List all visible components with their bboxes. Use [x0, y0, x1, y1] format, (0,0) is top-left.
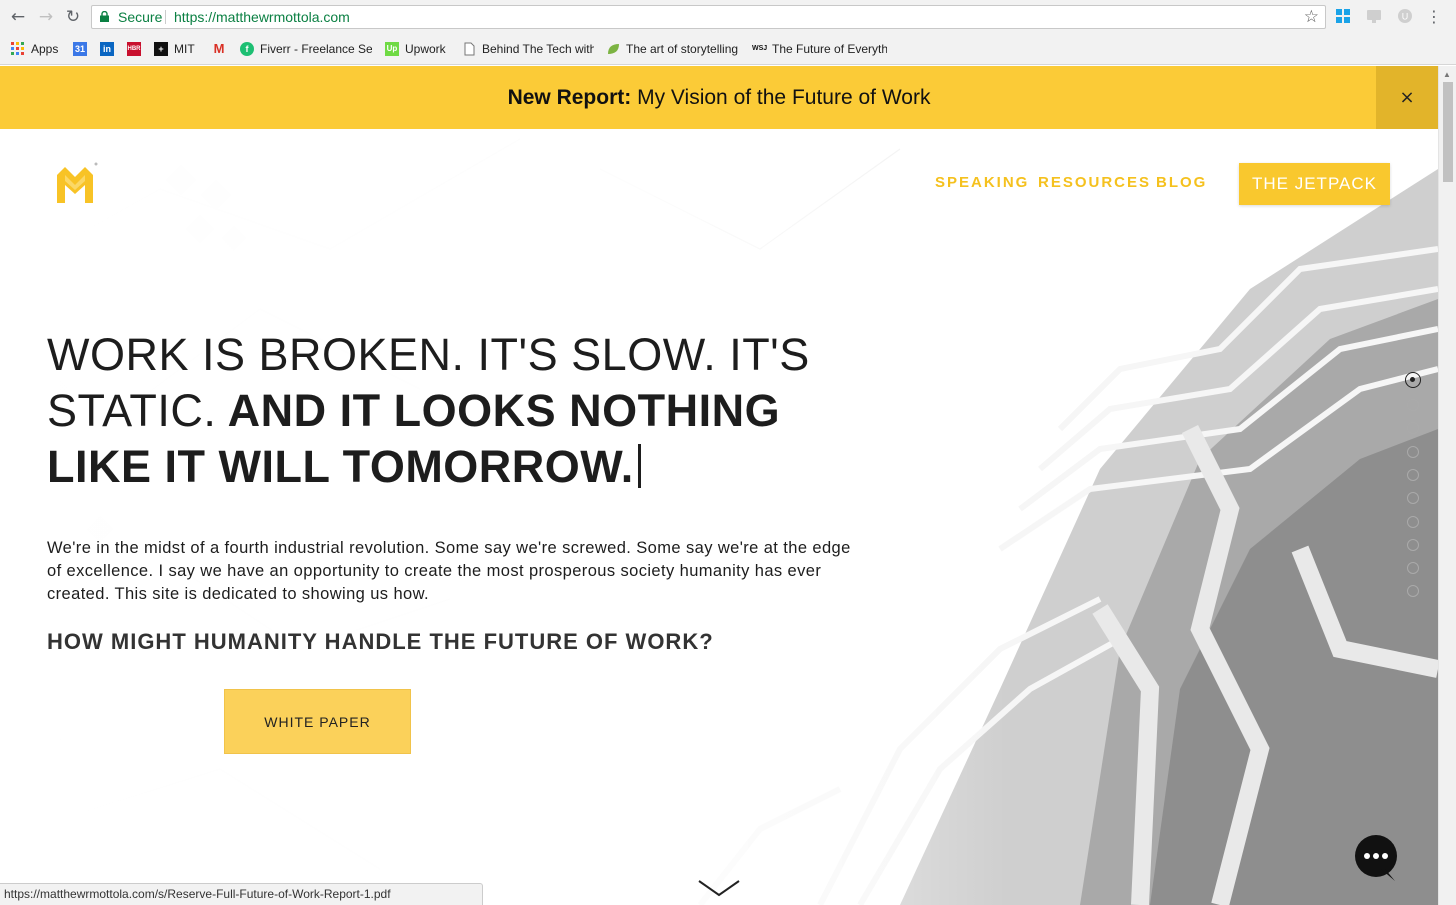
section-dot-9[interactable]	[1407, 562, 1419, 574]
bookmarks-bar: Apps 31 in HBR + MIT M f Fiverr - Freela…	[0, 34, 1456, 65]
section-dot-8[interactable]	[1407, 539, 1419, 551]
white-paper-button[interactable]: WHITE PAPER	[224, 689, 411, 754]
secure-label: Secure	[118, 9, 163, 25]
announcement-banner[interactable]: New Report: My Vision of the Future of W…	[0, 66, 1438, 129]
typing-cursor	[637, 444, 641, 488]
apps-grid-icon	[11, 42, 24, 55]
kebab-menu-icon[interactable]: ⋮	[1423, 6, 1445, 28]
section-dot-5[interactable]	[1407, 469, 1419, 481]
bookmark-calendar[interactable]: 31	[73, 40, 89, 58]
section-dot-7[interactable]	[1407, 516, 1419, 528]
windows-extension-icon[interactable]	[1335, 8, 1351, 24]
scroll-thumb[interactable]	[1443, 82, 1453, 182]
hero-headline: WORK IS BROKEN. IT'S SLOW. IT'S STATIC. …	[47, 327, 837, 495]
bookmark-gmail[interactable]: M	[212, 40, 230, 58]
section-dot-4[interactable]	[1407, 446, 1419, 458]
section-dot-nav	[1405, 372, 1421, 612]
page-scrollbar[interactable]: ▲	[1438, 66, 1456, 905]
circuit-board-background	[0, 129, 1438, 905]
browser-toolbar: ← → ↻ Secure https://matthewrmottola.com…	[0, 0, 1456, 34]
mit-icon: +	[154, 42, 168, 56]
scroll-up-icon[interactable]: ▲	[1443, 70, 1451, 79]
section-dot-2[interactable]	[1407, 399, 1419, 411]
banner-bold: New Report:	[507, 86, 632, 109]
nav-resources[interactable]: RESOURCES	[1038, 174, 1151, 191]
bookmark-star-icon[interactable]: ☆	[1304, 6, 1319, 28]
bookmark-upwork[interactable]: Up Upwork	[385, 40, 455, 58]
hero-intro: We're in the midst of a fourth industria…	[47, 539, 851, 603]
upwork-icon: Up	[385, 42, 399, 56]
linkedin-icon: in	[100, 42, 114, 56]
document-icon	[464, 42, 475, 56]
url-text[interactable]: https://matthewrmottola.com	[174, 6, 350, 28]
status-bar-url: https://matthewrmottola.com/s/Reserve-Fu…	[0, 883, 483, 905]
forward-arrow-icon[interactable]: →	[35, 6, 57, 28]
url-separator	[165, 10, 166, 24]
nav-blog[interactable]: BLOG	[1156, 174, 1207, 191]
section-dot-6[interactable]	[1407, 492, 1419, 504]
hero-subhead: HOW MIGHT HUMANITY HANDLE THE FUTURE OF …	[47, 629, 714, 654]
bookmark-mit[interactable]: + MIT	[154, 40, 202, 58]
banner-title: My Vision of the Future of Work	[637, 86, 931, 109]
leaf-icon	[608, 44, 619, 54]
section-dot-1[interactable]	[1405, 372, 1421, 388]
svg-text:U: U	[1402, 12, 1409, 22]
chat-icon[interactable]	[1355, 835, 1397, 881]
gmail-icon: M	[213, 41, 225, 56]
back-arrow-icon[interactable]: ←	[7, 6, 29, 28]
bookmark-hbr[interactable]: HBR	[127, 40, 143, 58]
address-bar[interactable]: Secure https://matthewrmottola.com ☆	[91, 5, 1326, 29]
fiverr-icon: f	[240, 42, 254, 56]
banner-link[interactable]: New Report: My Vision of the Future of W…	[0, 66, 1438, 129]
wsj-icon: WSJ	[752, 45, 768, 52]
section-dot-3[interactable]	[1407, 422, 1419, 434]
nav-speaking[interactable]: SPEAKING	[935, 174, 1029, 191]
brand-logo[interactable]	[55, 161, 99, 205]
hbr-icon: HBR	[127, 42, 141, 56]
reload-icon[interactable]: ↻	[62, 6, 84, 28]
chat-bubble-tail	[1381, 869, 1395, 881]
chevron-down-icon[interactable]	[697, 877, 741, 899]
jetpack-button[interactable]: THE JETPACK	[1239, 163, 1390, 205]
bookmark-future-of-everything[interactable]: WSJ The Future of Everyth	[752, 40, 887, 58]
bookmark-storytelling[interactable]: The art of storytelling	[606, 40, 742, 58]
section-dot-10[interactable]	[1407, 585, 1419, 597]
bookmark-fiverr[interactable]: f Fiverr - Freelance Ser	[240, 40, 372, 58]
close-icon[interactable]: ×	[1376, 66, 1438, 129]
hero-section: SPEAKING RESOURCES BLOG THE JETPACK WORK…	[0, 129, 1438, 905]
bookmark-behind-the-tech[interactable]: Behind The Tech with	[462, 40, 594, 58]
cast-extension-icon[interactable]	[1366, 8, 1382, 24]
lock-icon	[100, 11, 109, 22]
bookmark-apps[interactable]: Apps	[11, 40, 66, 58]
calendar-icon: 31	[73, 42, 87, 56]
profile-extension-icon[interactable]: U	[1397, 8, 1413, 24]
bookmark-linkedin[interactable]: in	[100, 40, 116, 58]
